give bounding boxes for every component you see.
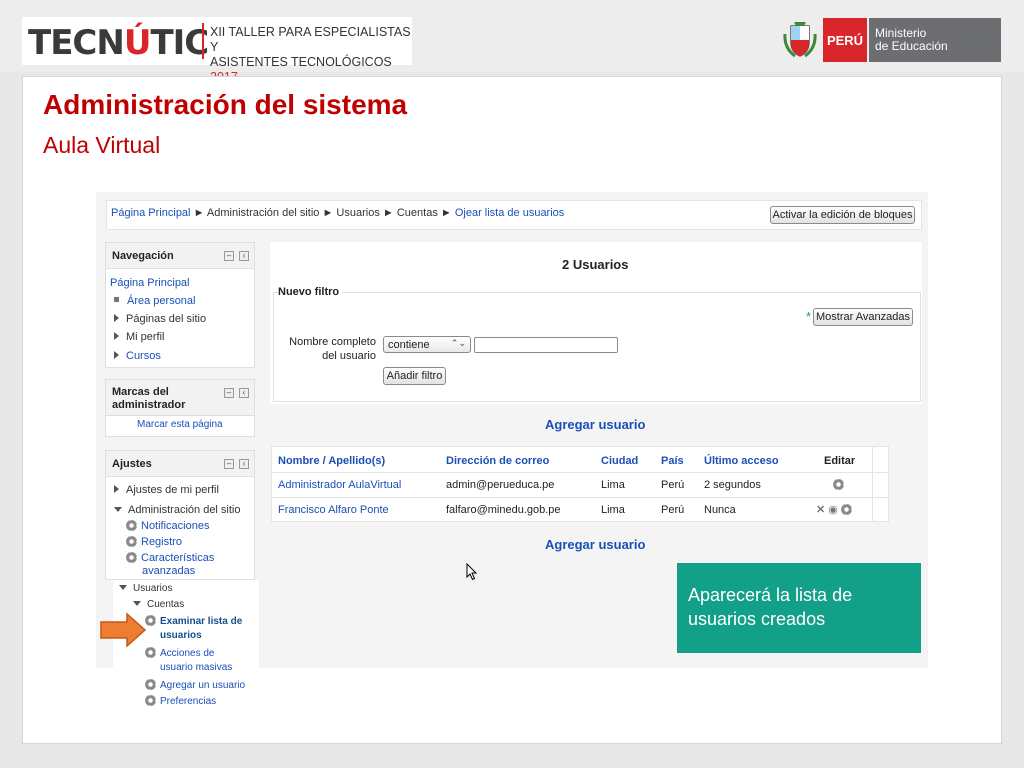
expand-icon [114,314,119,322]
row2-email: falfaro@minedu.gob.pe [446,504,561,516]
delete-icon[interactable]: ✕ [816,504,825,516]
row1-email: admin@perueduca.pe [446,479,555,491]
row2-last-access: Nunca [704,504,736,516]
settings-admin-sitio[interactable]: Administración del sitio [114,504,241,516]
nav-item-mi-perfil[interactable]: Mi perfil [114,331,165,343]
coat-of-arms-icon [783,22,817,58]
col-correo[interactable]: Dirección de correo [446,455,549,467]
logo-wordmark: TECNÚTIC [28,23,209,63]
gear-icon [145,695,156,706]
row2-country: Perú [661,504,685,516]
settings-block: Ajustes – ‹ Ajustes de mi perfil Adminis… [105,450,255,580]
gear-icon [126,536,137,547]
settings-notificaciones[interactable]: Notificaciones [126,520,209,532]
collapse-arrow-icon [114,507,122,512]
peru-badge: PERÚ [823,18,867,62]
tree-preferencias[interactable]: Preferencias [145,695,216,707]
breadcrumb-cuentas[interactable]: Cuentas [397,207,438,219]
settings-title: Ajustes [112,458,152,470]
row1-edit-actions [833,479,848,491]
gear-icon [145,647,156,658]
nav-home-link[interactable]: Página Principal [110,277,190,289]
settings-registro[interactable]: Registro [126,536,182,548]
tree-acciones-masivas[interactable]: Acciones de [145,647,214,659]
nav-item-paginas[interactable]: Páginas del sitio [114,313,206,325]
eye-icon[interactable]: ◉ [828,504,838,516]
filter-operator-select[interactable]: contiene ⌃⌄ [383,336,471,353]
users-count: 2 Usuarios [562,257,629,272]
filter-legend: Nuevo filtro [278,286,343,298]
ministry-name: Ministerio de Educación [869,18,1001,62]
slide-subtitle: Aula Virtual [43,132,161,158]
tree-acciones-masivas-2[interactable]: usuario masivas [160,662,232,673]
col-nombre[interactable]: Nombre / Apellido(s) [278,455,385,467]
row1-city: Lima [601,479,625,491]
slide-title: Administración del sistema [43,89,408,120]
navigation-title: Navegación [112,250,174,262]
col-ultimo-acceso[interactable]: Último acceso [704,455,779,467]
expand-icon [114,332,119,340]
bookmarks-title: Marcas del administrador [112,386,186,411]
row1-name[interactable]: Administrador AulaVirtual [278,479,401,491]
tecnotic-logo: TECNÚTIC XII TALLER PARA ESPECIALISTAS Y… [22,17,412,84]
col-ciudad[interactable]: Ciudad [601,455,638,467]
col-pais[interactable]: País [661,455,684,467]
row2-edit-actions: ✕ ◉ [816,503,856,516]
dock-icon[interactable]: ‹ [239,388,249,398]
slide-header: TECNÚTIC XII TALLER PARA ESPECIALISTAS Y… [0,0,1024,84]
gear-icon[interactable] [833,479,844,490]
col-editar: Editar [824,455,856,467]
collapse-icon[interactable]: – [224,459,234,469]
add-user-link-bottom[interactable]: Agregar usuario [545,537,645,552]
nav-item-area-personal[interactable]: Área personal [114,295,196,307]
row2-name[interactable]: Francisco Alfaro Ponte [278,504,389,516]
collapse-icon[interactable]: – [224,251,234,261]
settings-caracteristicas-2[interactable]: avanzadas [142,565,195,577]
gear-icon [126,552,137,563]
activate-block-editing-button[interactable]: Activar la edición de bloques [770,206,915,224]
gear-icon [145,679,156,690]
breadcrumb-usuarios[interactable]: Usuarios [336,207,379,219]
breadcrumb-current[interactable]: Ojear lista de usuarios [455,207,564,219]
row2-city: Lima [601,504,625,516]
collapse-icon[interactable]: – [224,388,234,398]
settings-mi-perfil[interactable]: Ajustes de mi perfil [114,484,219,496]
collapse-arrow-icon [119,585,127,590]
settings-caracteristicas[interactable]: Características [126,552,214,564]
row1-country: Perú [661,479,685,491]
collapse-arrow-icon [133,601,141,606]
select-arrows-icon: ⌃⌄ [450,338,466,348]
gear-icon[interactable] [840,504,852,515]
expand-icon [114,485,119,493]
navigation-block: Navegación – ‹ Página Principal Área per… [105,242,255,368]
users-table: Nombre / Apellido(s) Dirección de correo… [271,446,889,522]
tree-usuarios[interactable]: Usuarios [119,583,172,594]
row1-last-access: 2 segundos [704,479,761,491]
dock-icon[interactable]: ‹ [239,459,249,469]
tree-cuentas[interactable]: Cuentas [133,599,184,610]
nav-item-cursos[interactable]: Cursos [114,350,161,362]
admin-bookmarks-block: Marcas del administrador – ‹ Marcar esta… [105,379,255,437]
dock-icon[interactable]: ‹ [239,251,249,261]
tree-agregar-usuario[interactable]: Agregar un usuario [145,679,245,691]
required-asterisk: * [806,309,812,324]
bookmark-page-link[interactable]: Marcar esta página [137,419,223,430]
add-user-link-top[interactable]: Agregar usuario [545,417,645,432]
tree-examinar-lista-2[interactable]: usuarios [160,630,202,641]
expand-icon [114,351,119,359]
breadcrumb-admin[interactable]: Administración del sitio [207,207,320,219]
bullet-icon [114,297,119,302]
tree-examinar-lista[interactable]: Examinar lista de [145,615,242,627]
mouse-cursor-icon [466,563,478,581]
explanation-callout: Aparecerá la lista de usuarios creados [677,563,921,653]
pointer-arrow-icon [100,612,147,648]
show-advanced-button[interactable]: Mostrar Avanzadas [813,308,913,326]
add-filter-button[interactable]: Añadir filtro [383,367,446,385]
logo-separator [202,23,204,59]
fullname-label: Nombre completo del usuario [289,336,376,362]
filter-value-input[interactable] [474,337,618,353]
gear-icon [126,520,137,531]
breadcrumb-home[interactable]: Página Principal [111,207,191,219]
